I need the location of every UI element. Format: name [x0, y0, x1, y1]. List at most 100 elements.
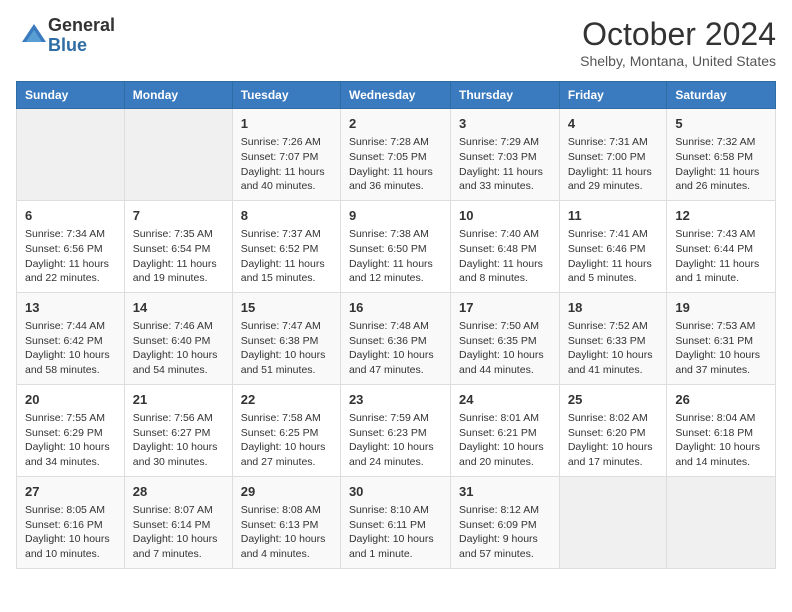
day-number: 3: [459, 115, 551, 133]
calendar-cell: 30Sunrise: 8:10 AM Sunset: 6:11 PM Dayli…: [340, 476, 450, 568]
calendar-cell: 15 Sunrise: 7:47 AM Sunset: 6:38 PM Dayli…: [232, 292, 340, 384]
calendar-cell: 7 Sunrise: 7:35 AM Sunset: 6:54 PM Daylig…: [124, 200, 232, 292]
calendar-body: 1 Sunrise: 7:26 AM Sunset: 7:07 PM Daylig…: [17, 109, 776, 569]
day-number: 22: [241, 391, 332, 409]
day-info: Sunrise: 7:26 AM Sunset: 7:07 PM Dayligh…: [241, 135, 332, 194]
calendar-cell: [559, 476, 667, 568]
header-row: SundayMondayTuesdayWednesdayThursdayFrid…: [17, 82, 776, 109]
day-number: 1: [241, 115, 332, 133]
day-info: Sunrise: 7:47 AM Sunset: 6:38 PM Dayligh…: [241, 319, 332, 378]
day-info: Sunrise: 8:05 AM Sunset: 6:16 PM Dayligh…: [25, 503, 116, 562]
day-info: Sunrise: 8:02 AM Sunset: 6:20 PM Dayligh…: [568, 411, 659, 470]
day-number: 20: [25, 391, 116, 409]
header-day: Saturday: [667, 82, 776, 109]
title-section: October 2024 Shelby, Montana, United Sta…: [580, 16, 776, 69]
day-info: Sunrise: 7:44 AM Sunset: 6:42 PM Dayligh…: [25, 319, 116, 378]
day-number: 11: [568, 207, 659, 225]
day-number: 24: [459, 391, 551, 409]
day-number: 5: [675, 115, 767, 133]
day-info: Sunrise: 8:01 AM Sunset: 6:21 PM Dayligh…: [459, 411, 551, 470]
day-number: 15: [241, 299, 332, 317]
calendar-week-row: 1 Sunrise: 7:26 AM Sunset: 7:07 PM Daylig…: [17, 109, 776, 201]
day-number: 29: [241, 483, 332, 501]
calendar-cell: 25 Sunrise: 8:02 AM Sunset: 6:20 PM Dayli…: [559, 384, 667, 476]
header-day: Monday: [124, 82, 232, 109]
calendar-cell: 6Sunrise: 7:34 AM Sunset: 6:56 PM Daylig…: [17, 200, 125, 292]
day-number: 18: [568, 299, 659, 317]
day-number: 31: [459, 483, 551, 501]
calendar-week-row: 13 Sunrise: 7:44 AM Sunset: 6:42 PM Dayli…: [17, 292, 776, 384]
calendar-cell: [17, 109, 125, 201]
calendar-header: SundayMondayTuesdayWednesdayThursdayFrid…: [17, 82, 776, 109]
calendar-cell: 24 Sunrise: 8:01 AM Sunset: 6:21 PM Dayli…: [451, 384, 560, 476]
calendar-cell: 23 Sunrise: 7:59 AM Sunset: 6:23 PM Dayli…: [340, 384, 450, 476]
day-info: Sunrise: 7:46 AM Sunset: 6:40 PM Dayligh…: [133, 319, 224, 378]
calendar-cell: 10Sunrise: 7:40 AM Sunset: 6:48 PM Dayli…: [451, 200, 560, 292]
calendar-cell: 18 Sunrise: 7:52 AM Sunset: 6:33 PM Dayli…: [559, 292, 667, 384]
calendar-cell: 9 Sunrise: 7:38 AM Sunset: 6:50 PM Daylig…: [340, 200, 450, 292]
day-info: Sunrise: 8:07 AM Sunset: 6:14 PM Dayligh…: [133, 503, 224, 562]
day-number: 6: [25, 207, 116, 225]
day-number: 7: [133, 207, 224, 225]
calendar-cell: 28Sunrise: 8:07 AM Sunset: 6:14 PM Dayli…: [124, 476, 232, 568]
day-number: 14: [133, 299, 224, 317]
calendar-cell: 11Sunrise: 7:41 AM Sunset: 6:46 PM Dayli…: [559, 200, 667, 292]
logo-blue: Blue: [48, 36, 115, 56]
header-day: Tuesday: [232, 82, 340, 109]
day-info: Sunrise: 7:58 AM Sunset: 6:25 PM Dayligh…: [241, 411, 332, 470]
day-info: Sunrise: 7:48 AM Sunset: 6:36 PM Dayligh…: [349, 319, 442, 378]
calendar-cell: 4 Sunrise: 7:31 AM Sunset: 7:00 PM Daylig…: [559, 109, 667, 201]
day-info: Sunrise: 7:38 AM Sunset: 6:50 PM Dayligh…: [349, 227, 442, 286]
day-number: 2: [349, 115, 442, 133]
day-info: Sunrise: 7:43 AM Sunset: 6:44 PM Dayligh…: [675, 227, 767, 286]
calendar-cell: 2Sunrise: 7:28 AM Sunset: 7:05 PM Daylig…: [340, 109, 450, 201]
calendar-cell: [667, 476, 776, 568]
day-info: Sunrise: 7:52 AM Sunset: 6:33 PM Dayligh…: [568, 319, 659, 378]
day-number: 27: [25, 483, 116, 501]
day-number: 4: [568, 115, 659, 133]
page-header: General Blue October 2024 Shelby, Montan…: [16, 16, 776, 69]
calendar-week-row: 6Sunrise: 7:34 AM Sunset: 6:56 PM Daylig…: [17, 200, 776, 292]
calendar-table: SundayMondayTuesdayWednesdayThursdayFrid…: [16, 81, 776, 569]
day-number: 23: [349, 391, 442, 409]
day-info: Sunrise: 7:32 AM Sunset: 6:58 PM Dayligh…: [675, 135, 767, 194]
calendar-cell: 22 Sunrise: 7:58 AM Sunset: 6:25 PM Dayli…: [232, 384, 340, 476]
logo-text: General Blue: [48, 16, 115, 56]
day-number: 10: [459, 207, 551, 225]
day-info: Sunrise: 8:04 AM Sunset: 6:18 PM Dayligh…: [675, 411, 767, 470]
header-day: Thursday: [451, 82, 560, 109]
calendar-cell: 17 Sunrise: 7:50 AM Sunset: 6:35 PM Dayli…: [451, 292, 560, 384]
calendar-cell: 29Sunrise: 8:08 AM Sunset: 6:13 PM Dayli…: [232, 476, 340, 568]
calendar-cell: 13 Sunrise: 7:44 AM Sunset: 6:42 PM Dayli…: [17, 292, 125, 384]
calendar-cell: 5 Sunrise: 7:32 AM Sunset: 6:58 PM Daylig…: [667, 109, 776, 201]
location: Shelby, Montana, United States: [580, 53, 776, 69]
calendar-cell: 31Sunrise: 8:12 AM Sunset: 6:09 PM Dayli…: [451, 476, 560, 568]
calendar-cell: 3 Sunrise: 7:29 AM Sunset: 7:03 PM Daylig…: [451, 109, 560, 201]
day-number: 25: [568, 391, 659, 409]
calendar-week-row: 20Sunrise: 7:55 AM Sunset: 6:29 PM Dayli…: [17, 384, 776, 476]
day-number: 17: [459, 299, 551, 317]
day-number: 12: [675, 207, 767, 225]
day-number: 30: [349, 483, 442, 501]
calendar-cell: 1 Sunrise: 7:26 AM Sunset: 7:07 PM Daylig…: [232, 109, 340, 201]
header-day: Friday: [559, 82, 667, 109]
logo: General Blue: [16, 16, 115, 56]
header-day: Wednesday: [340, 82, 450, 109]
day-number: 26: [675, 391, 767, 409]
day-info: Sunrise: 7:35 AM Sunset: 6:54 PM Dayligh…: [133, 227, 224, 286]
calendar-cell: 16 Sunrise: 7:48 AM Sunset: 6:36 PM Dayli…: [340, 292, 450, 384]
day-number: 13: [25, 299, 116, 317]
day-number: 21: [133, 391, 224, 409]
calendar-cell: 12 Sunrise: 7:43 AM Sunset: 6:44 PM Dayli…: [667, 200, 776, 292]
calendar-cell: 19Sunrise: 7:53 AM Sunset: 6:31 PM Dayli…: [667, 292, 776, 384]
calendar-cell: [124, 109, 232, 201]
day-info: Sunrise: 7:50 AM Sunset: 6:35 PM Dayligh…: [459, 319, 551, 378]
day-info: Sunrise: 7:31 AM Sunset: 7:00 PM Dayligh…: [568, 135, 659, 194]
header-day: Sunday: [17, 82, 125, 109]
day-info: Sunrise: 7:59 AM Sunset: 6:23 PM Dayligh…: [349, 411, 442, 470]
logo-general: General: [48, 16, 115, 36]
day-number: 9: [349, 207, 442, 225]
day-number: 16: [349, 299, 442, 317]
day-info: Sunrise: 7:29 AM Sunset: 7:03 PM Dayligh…: [459, 135, 551, 194]
calendar-cell: 26 Sunrise: 8:04 AM Sunset: 6:18 PM Dayli…: [667, 384, 776, 476]
